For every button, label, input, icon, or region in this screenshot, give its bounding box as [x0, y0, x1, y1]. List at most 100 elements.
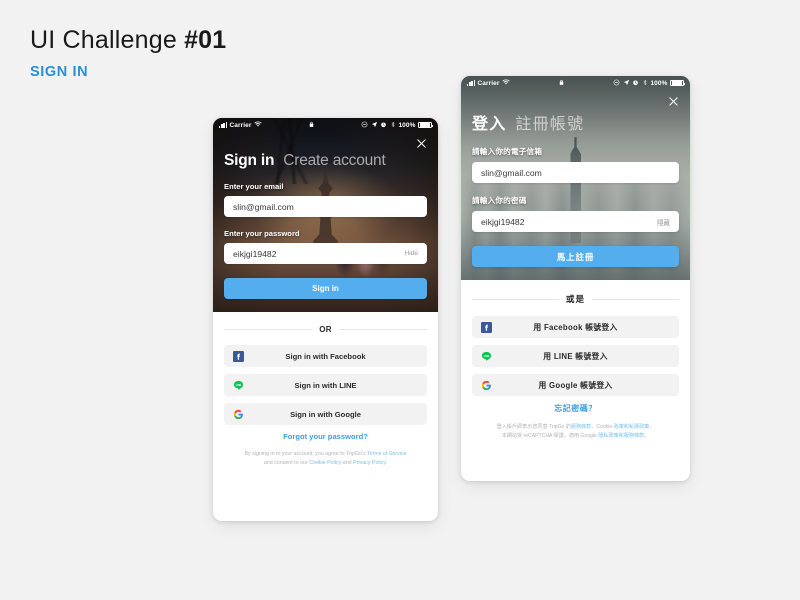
carrier-label: Carrier — [477, 79, 500, 87]
terms-of-service-link[interactable]: 服務條款 — [571, 424, 591, 430]
close-button[interactable] — [414, 136, 429, 151]
battery-percent-label: 100% — [650, 79, 668, 87]
sign-in-with-line-button[interactable]: LINE 用 LINE 帳號登入 — [472, 345, 679, 367]
legal-line2-e: . — [385, 460, 388, 467]
phone-mockup-chinese: Carrier 100% 登入 註冊帳號 請輸入你的電子信箱 slin@gmai… — [461, 76, 690, 481]
tab-sign-in[interactable]: 登入 — [472, 110, 506, 134]
legal-line1-a: 登入帳戶即表示您同意 TripGo 的 — [496, 424, 571, 430]
divider-label: 或是 — [565, 294, 586, 304]
hero-content-english: Sign in Create account Enter your email … — [213, 132, 438, 312]
close-icon — [669, 97, 678, 106]
hero-section-english: Carrier 100% Sign in Create account Ente… — [213, 118, 438, 312]
cookie-privacy-policy-link[interactable]: 政策和私隱政策 — [614, 424, 650, 430]
register-now-button[interactable]: 馬上註冊 — [472, 246, 679, 267]
or-divider-english: OR — [224, 312, 428, 345]
svg-text:LINE: LINE — [484, 354, 490, 357]
page-title: UI Challenge #01 — [30, 26, 227, 55]
sheet-english: OR Sign in with Facebook LINE Sign in wi… — [213, 312, 438, 479]
tab-create-account[interactable]: Create account — [283, 152, 386, 170]
divider-label: OR — [319, 325, 332, 334]
sign-in-with-google-button[interactable]: 用 Google 帳號登入 — [472, 374, 679, 396]
status-bar-left: Carrier — [219, 120, 262, 130]
wifi-icon — [254, 120, 262, 130]
line-button-label: Sign in with LINE — [294, 380, 357, 390]
battery-percent-label: 100% — [398, 121, 416, 129]
tab-sign-in[interactable]: Sign in — [224, 152, 274, 170]
wifi-icon — [502, 78, 510, 88]
lock-icon — [308, 121, 315, 130]
legal-line2-a: and consent to our — [263, 460, 310, 467]
email-field-group: Enter your email slin@gmail.com — [224, 182, 427, 217]
or-divider-chinese: 或是 — [472, 280, 680, 316]
facebook-button-label: Sign in with Facebook — [285, 351, 366, 361]
password-input[interactable]: eikjgi19482 Hide — [224, 243, 427, 264]
password-visibility-toggle[interactable]: Hide — [404, 250, 418, 257]
tab-create-account[interactable]: 註冊帳號 — [515, 110, 584, 134]
cookie-policy-link[interactable]: Cookie Policy — [309, 460, 341, 466]
sign-in-with-facebook-button[interactable]: 用 Facebook 帳號登入 — [472, 316, 679, 338]
status-bar-center — [262, 121, 361, 130]
status-bar-center — [510, 79, 613, 88]
battery-icon — [418, 121, 433, 129]
divider-rule-left — [472, 298, 559, 300]
status-bar-chinese: Carrier 100% — [461, 76, 690, 90]
legal-line2-c: 。 — [644, 433, 650, 440]
password-input-value: eikjgi19482 — [233, 248, 277, 259]
page-heading: UI Challenge #01 SIGN IN — [30, 26, 227, 79]
google-icon — [233, 409, 244, 420]
divider-rule-left — [224, 329, 313, 330]
sign-in-with-line-button[interactable]: LINE Sign in with LINE — [224, 374, 427, 396]
line-icon: LINE — [233, 380, 244, 391]
location-arrow-icon — [623, 79, 630, 88]
facebook-button-label: 用 Facebook 帳號登入 — [533, 322, 618, 332]
status-bar-left: Carrier — [467, 78, 510, 88]
status-bar-right: 100% — [361, 121, 433, 130]
password-input-value: eikjgi19482 — [481, 216, 525, 227]
page-title-prefix: UI Challenge — [30, 26, 185, 54]
google-icon — [481, 380, 492, 391]
sign-in-button[interactable]: Sign in — [224, 278, 427, 299]
divider-rule-right — [338, 329, 428, 330]
bluetooth-icon — [390, 121, 396, 130]
do-not-disturb-icon — [613, 79, 620, 88]
do-not-disturb-icon — [361, 121, 368, 130]
location-arrow-icon — [371, 121, 378, 130]
close-icon — [417, 139, 426, 148]
close-button[interactable] — [666, 94, 681, 109]
legal-line1-e: 。 — [649, 424, 655, 430]
facebook-icon — [481, 321, 492, 333]
google-button-label: 用 Google 帳號登入 — [538, 380, 613, 390]
google-policy-link[interactable]: 隱私政策和服務條款 — [598, 433, 644, 439]
privacy-policy-link[interactable]: Privacy Policy — [353, 460, 386, 466]
signal-bars-icon — [467, 80, 475, 86]
forgot-password-link[interactable]: Forgot your password? — [224, 432, 427, 441]
page-title-number: #01 — [184, 26, 227, 54]
bluetooth-icon — [642, 79, 648, 88]
legal-text-chinese: 登入帳戶即表示您同意 TripGo 的服務條款、Cookie 政策和私隱政策。 … — [472, 423, 679, 441]
password-visibility-toggle[interactable]: 隱藏 — [657, 217, 670, 227]
forgot-password-link[interactable]: 忘記密碼？ — [472, 403, 679, 414]
alarm-clock-icon — [632, 79, 639, 88]
battery-icon — [670, 79, 685, 87]
password-input[interactable]: eikjgi19482 隱藏 — [472, 211, 679, 232]
phone-mockup-english: Carrier 100% Sign in Create account Ente… — [213, 118, 438, 521]
password-label: 請輸入你的密碼 — [472, 196, 527, 205]
hero-content-chinese: 登入 註冊帳號 請輸入你的電子信箱 slin@gmail.com 請輸入你的密碼… — [461, 90, 690, 280]
alarm-clock-icon — [380, 121, 387, 130]
legal-line1-a: By signing in to your account, you agree… — [244, 451, 368, 457]
password-label: Enter your password — [224, 229, 300, 238]
terms-of-service-link[interactable]: Terms of Service — [367, 451, 406, 457]
email-input[interactable]: slin@gmail.com — [224, 196, 427, 217]
email-input-value: slin@gmail.com — [481, 167, 542, 178]
email-label: 請輸入你的電子信箱 — [472, 147, 543, 156]
password-field-group: Enter your password eikjgi19482 Hide — [224, 229, 427, 264]
divider-rule-right — [592, 298, 680, 300]
email-input[interactable]: slin@gmail.com — [472, 162, 679, 183]
svg-text:LINE: LINE — [236, 383, 242, 386]
sign-in-with-facebook-button[interactable]: Sign in with Facebook — [224, 345, 427, 367]
line-button-label: 用 LINE 帳號登入 — [543, 351, 608, 361]
sheet-chinese: 或是 用 Facebook 帳號登入 LINE 用 LINE 帳號登入 用 Go… — [461, 280, 690, 452]
status-bar-right: 100% — [613, 79, 685, 88]
sign-in-with-google-button[interactable]: Sign in with Google — [224, 403, 427, 425]
carrier-label: Carrier — [229, 121, 252, 129]
